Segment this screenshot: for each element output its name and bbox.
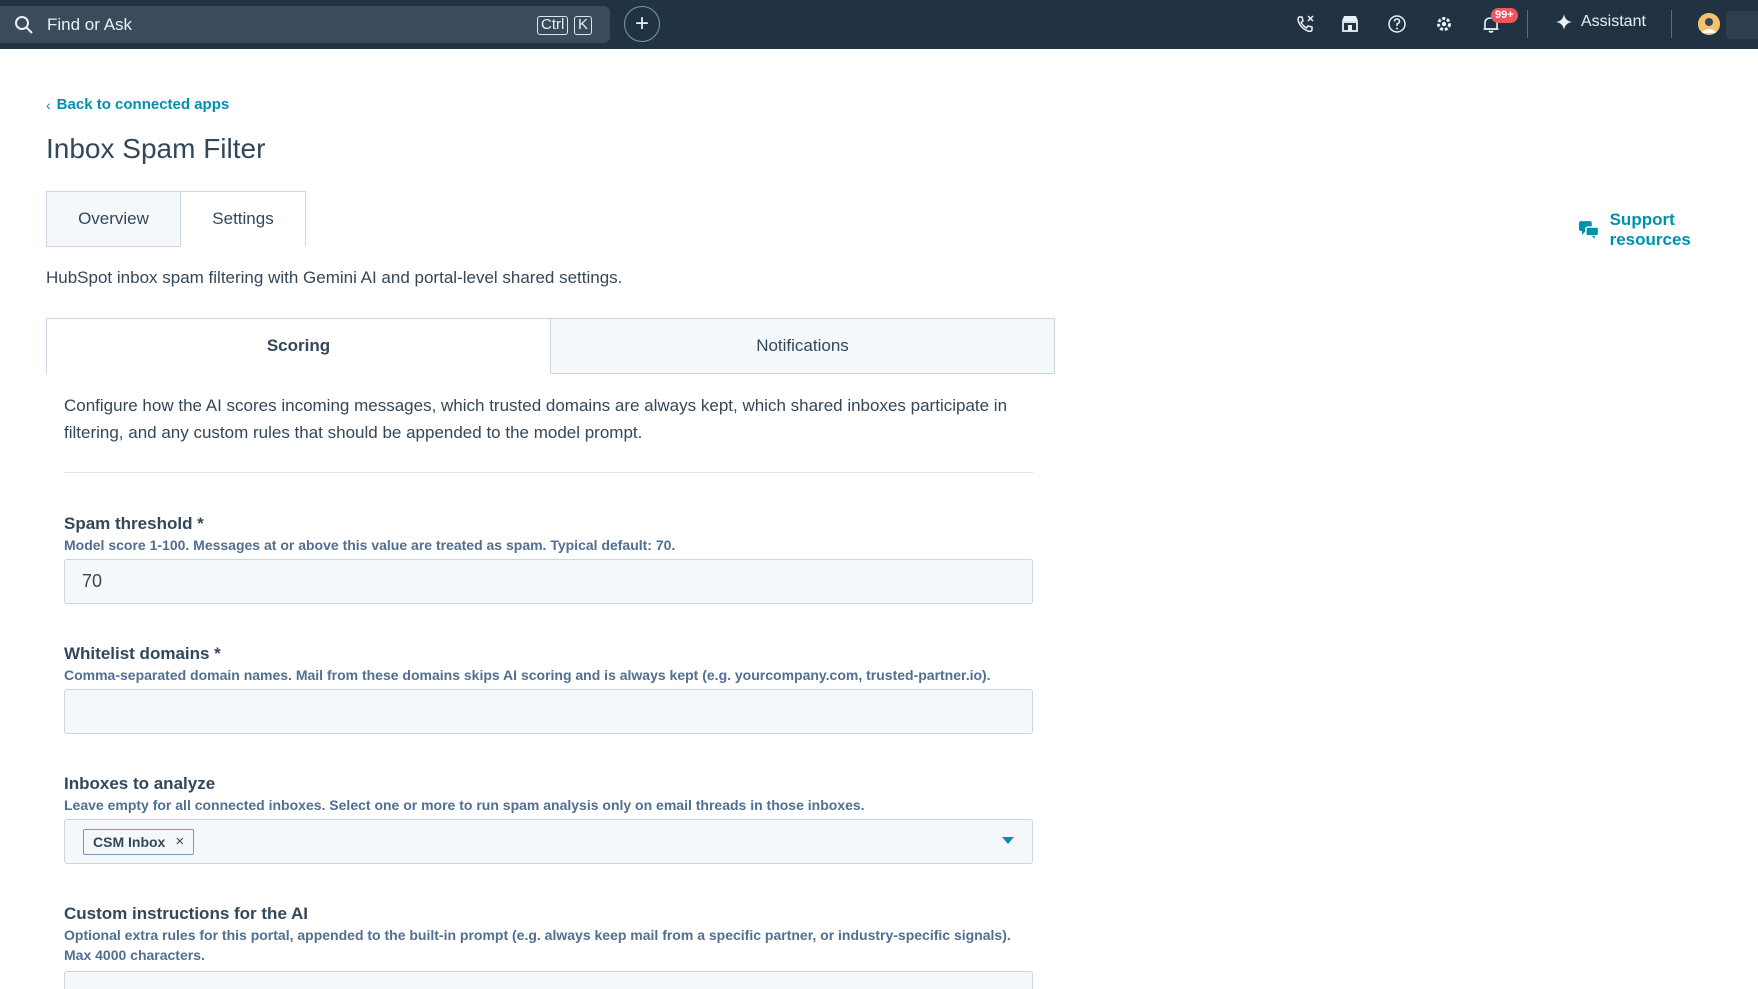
spam-threshold-help: Model score 1-100. Messages at or above …	[64, 537, 676, 553]
help-icon[interactable]	[1386, 13, 1408, 35]
back-link-label: Back to connected apps	[56, 96, 230, 113]
whitelist-domains-help: Comma-separated domain names. Mail from …	[64, 667, 991, 683]
page-tabs: Overview Settings	[46, 191, 306, 247]
chevron-left-icon: ‹	[46, 96, 51, 113]
shortcut-ctrl-key: Ctrl	[537, 16, 569, 35]
custom-instructions-help: Optional extra rules for this portal, ap…	[64, 927, 1011, 943]
nav-divider	[1527, 10, 1528, 38]
app-description: HubSpot inbox spam filtering with Gemini…	[46, 268, 623, 287]
tab-settings[interactable]: Settings	[180, 191, 306, 247]
tab-scoring[interactable]: Scoring	[46, 318, 551, 374]
nav-divider	[1671, 10, 1672, 38]
custom-instructions-textarea[interactable]	[64, 971, 1033, 989]
inboxes-label: Inboxes to analyze	[64, 774, 216, 793]
avatar[interactable]	[1698, 13, 1720, 35]
search-placeholder: Find or Ask	[47, 15, 133, 34]
notification-badge: 99+	[1491, 8, 1518, 23]
marketplace-icon[interactable]	[1339, 13, 1361, 35]
search-icon	[15, 16, 33, 34]
top-nav: Find or Ask Ctrl K + 99+ Assistant	[0, 0, 1758, 49]
assistant-button[interactable]: Assistant	[1555, 13, 1646, 31]
global-search[interactable]: Find or Ask Ctrl K	[0, 6, 610, 43]
support-chat-icon	[1578, 221, 1600, 239]
assistant-label: Assistant	[1581, 13, 1646, 30]
tab-overview[interactable]: Overview	[46, 191, 180, 247]
inbox-chip-label: CSM Inbox	[93, 833, 166, 850]
support-resources-link[interactable]: Support resources	[1578, 210, 1758, 250]
inboxes-select[interactable]: CSM Inbox ×	[64, 819, 1033, 864]
inbox-chip: CSM Inbox ×	[83, 828, 195, 855]
shortcut-k-key: K	[574, 16, 593, 35]
whitelist-domains-label: Whitelist domains *	[64, 644, 221, 663]
chevron-down-icon[interactable]	[1002, 837, 1014, 844]
inboxes-help: Leave empty for all connected inboxes. S…	[64, 797, 865, 813]
whitelist-domains-input[interactable]	[64, 689, 1033, 734]
support-resources-label: Support resources	[1609, 210, 1691, 249]
user-avatar-icon	[1698, 13, 1720, 35]
settings-icon[interactable]	[1433, 13, 1455, 35]
back-to-connected-apps-link[interactable]: ‹ Back to connected apps	[46, 96, 229, 113]
scoring-intro: Configure how the AI scores incoming mes…	[64, 396, 1008, 442]
calling-icon[interactable]	[1294, 13, 1316, 35]
page-title: Inbox Spam Filter	[46, 133, 266, 164]
settings-subtabs: Scoring Notifications	[46, 318, 1055, 374]
account-menu-toggle[interactable]	[1726, 11, 1758, 39]
assistant-sparkle-icon	[1556, 14, 1572, 30]
divider	[64, 472, 1033, 473]
custom-instructions-help-max: Max 4000 characters.	[64, 947, 205, 963]
custom-instructions-label: Custom instructions for the AI	[64, 904, 308, 923]
create-new-button[interactable]: +	[624, 6, 660, 42]
spam-threshold-label: Spam threshold *	[64, 514, 204, 533]
spam-threshold-value: 70	[82, 571, 103, 591]
tab-notifications[interactable]: Notifications	[551, 318, 1055, 374]
chip-remove-icon[interactable]: ×	[175, 833, 184, 850]
spam-threshold-input[interactable]: 70	[64, 559, 1033, 604]
